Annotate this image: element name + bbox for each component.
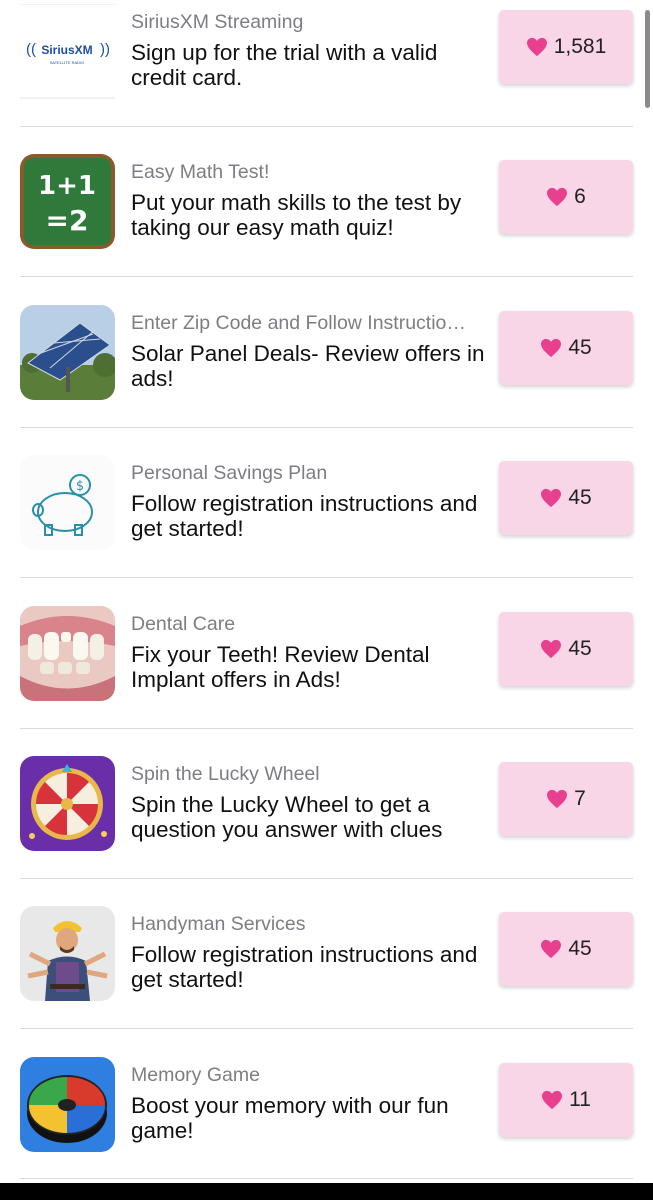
lucky-wheel-icon xyxy=(20,756,115,851)
handyman-icon xyxy=(20,906,115,1001)
like-count: 45 xyxy=(568,637,592,660)
solar-panel-icon xyxy=(20,305,115,400)
siriusxm-logo-text: SiriusXM xyxy=(41,43,92,57)
offer-row[interactable]: 1+1 =2 Easy Math Test! Put your math ski… xyxy=(0,150,653,300)
heart-icon xyxy=(547,187,568,207)
teeth-icon xyxy=(20,606,115,701)
scrollbar[interactable] xyxy=(645,10,650,108)
offer-category: Handyman Services xyxy=(131,913,306,935)
like-button[interactable]: 6 xyxy=(499,160,633,234)
offer-description: Follow registration instructions and get… xyxy=(131,942,478,992)
svg-text:((: (( xyxy=(26,41,36,58)
divider xyxy=(20,427,633,428)
heart-icon xyxy=(541,939,562,959)
offer-row[interactable]: Enter Zip Code and Follow Instructio… So… xyxy=(0,301,653,451)
heart-icon xyxy=(541,338,562,358)
heart-icon xyxy=(541,639,562,659)
heart-icon xyxy=(547,789,568,809)
offer-row[interactable]: Handyman Services Follow registration in… xyxy=(0,902,653,1052)
like-count: 11 xyxy=(569,1088,591,1111)
offer-category: Memory Game xyxy=(131,1064,260,1086)
like-button[interactable]: 45 xyxy=(499,461,633,535)
like-count: 6 xyxy=(574,185,586,208)
siriusxm-logo-subtext: SATELLITE RADIO xyxy=(50,60,85,65)
offer-row[interactable]: $ Personal Savings Plan Follow registrat… xyxy=(0,451,653,601)
dollar-sign-text: $ xyxy=(76,479,84,494)
offer-row[interactable]: (( SiriusXM )) SATELLITE RADIO SiriusXM … xyxy=(0,0,653,150)
math-chalkboard-icon: 1+1 =2 xyxy=(20,154,115,249)
offer-description: Spin the Lucky Wheel to get a question y… xyxy=(131,792,443,842)
like-button[interactable]: 45 xyxy=(499,612,633,686)
offer-description: Solar Panel Deals- Review offers in ads! xyxy=(131,341,485,391)
offer-row[interactable]: Spin the Lucky Wheel Spin the Lucky Whee… xyxy=(0,752,653,902)
like-button[interactable]: 1,581 xyxy=(499,10,633,84)
siriusxm-logo-icon: (( SiriusXM )) SATELLITE RADIO xyxy=(20,4,115,99)
heart-icon xyxy=(526,37,547,57)
like-count: 45 xyxy=(568,486,592,509)
divider xyxy=(20,577,633,578)
divider xyxy=(20,1178,633,1179)
offer-description: Fix your Teeth! Review Dental Implant of… xyxy=(131,642,430,692)
svg-text:)): )) xyxy=(100,41,110,58)
divider xyxy=(20,1028,633,1029)
divider xyxy=(20,728,633,729)
math-top-text: 1+1 xyxy=(38,171,96,201)
heart-icon xyxy=(541,488,562,508)
divider xyxy=(20,878,633,879)
offer-category: Easy Math Test! xyxy=(131,161,270,183)
like-count: 45 xyxy=(568,937,592,960)
offer-description: Follow registration instructions and get… xyxy=(131,491,478,541)
like-count: 45 xyxy=(568,336,592,359)
divider xyxy=(20,276,633,277)
offer-description: Boost your memory with our fun game! xyxy=(131,1093,449,1143)
memory-game-icon xyxy=(20,1057,115,1152)
offer-category: Dental Care xyxy=(131,613,236,635)
offer-row[interactable]: Memory Game Boost your memory with our f… xyxy=(0,1053,653,1203)
divider xyxy=(20,126,633,127)
piggy-bank-icon: $ xyxy=(20,455,115,550)
like-button[interactable]: 45 xyxy=(499,912,633,986)
offer-category: Enter Zip Code and Follow Instructio… xyxy=(131,312,466,334)
like-button[interactable]: 7 xyxy=(499,762,633,836)
like-count: 1,581 xyxy=(553,35,607,58)
like-button[interactable]: 45 xyxy=(499,311,633,385)
offer-category: SiriusXM Streaming xyxy=(131,11,304,33)
offer-category: Spin the Lucky Wheel xyxy=(131,763,320,785)
offer-category: Personal Savings Plan xyxy=(131,462,328,484)
like-count: 7 xyxy=(574,787,586,810)
offer-description: Sign up for the trial with a valid credi… xyxy=(131,40,438,90)
bottom-bar xyxy=(0,1183,653,1200)
heart-icon xyxy=(542,1090,563,1110)
offer-row[interactable]: Dental Care Fix your Teeth! Review Denta… xyxy=(0,602,653,752)
like-button[interactable]: 11 xyxy=(499,1063,633,1137)
math-bottom-text: =2 xyxy=(46,204,89,237)
offer-description: Put your math skills to the test by taki… xyxy=(131,190,462,240)
